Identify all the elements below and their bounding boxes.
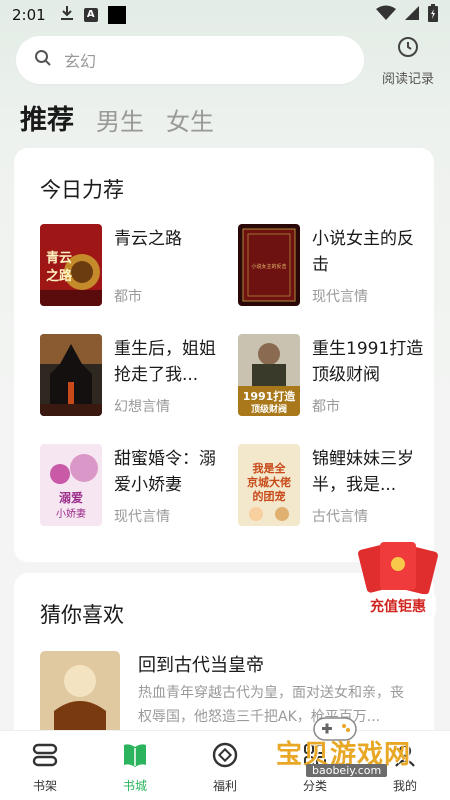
book-title[interactable]: 回到古代当皇帝 xyxy=(138,651,264,677)
svg-text:1991打造: 1991打造 xyxy=(243,389,297,403)
app-notification-icon xyxy=(107,6,126,24)
book-title: 重生1991打造顶级财阀 xyxy=(312,339,424,385)
category-tabs: 推荐 男生 女生 xyxy=(20,98,236,137)
status-time: 2:01 xyxy=(12,6,46,24)
book-genre: 幻想言情 xyxy=(114,399,170,415)
book-item[interactable]: 重生后，姐姐抢走了我... 幻想言情 xyxy=(40,334,230,416)
svg-text:顶级财阀: 顶级财阀 xyxy=(251,403,287,415)
watermark: 宝贝游戏网 baobeiy.com xyxy=(270,717,440,784)
signal-icon xyxy=(404,5,420,25)
book-cover: 青云 之路 xyxy=(40,224,102,306)
status-bar: 2:01 A xyxy=(0,0,450,30)
book-genre: 现代言情 xyxy=(114,509,170,525)
book-item[interactable]: 溺爱 小娇妻 甜蜜婚令：溺爱小娇妻 现代言情 xyxy=(40,444,230,526)
book-title: 锦鲤妹妹三岁半，我是... xyxy=(312,449,414,495)
clock-icon xyxy=(397,36,419,62)
book-item[interactable]: 我是全 京城大佬 的团宠 锦鲤妹妹三岁半，我是... 古代言情 xyxy=(238,444,428,526)
download-icon xyxy=(60,5,74,25)
reading-history-label: 阅读记录 xyxy=(381,72,434,87)
svg-text:青云: 青云 xyxy=(46,250,72,266)
svg-text:之路: 之路 xyxy=(46,268,73,284)
book-genre: 现代言情 xyxy=(312,289,368,305)
wifi-icon xyxy=(376,5,396,25)
watermark-url: baobeiy.com xyxy=(306,764,388,777)
tab-recommend[interactable]: 推荐 xyxy=(20,98,74,137)
svg-text:我是全: 我是全 xyxy=(253,461,287,475)
book-title: 重生后，姐姐抢走了我... xyxy=(114,339,216,385)
nav-label: 书城 xyxy=(122,779,147,793)
svg-text:溺爱: 溺爱 xyxy=(59,490,83,505)
gift-icon xyxy=(211,741,239,773)
book-item[interactable]: 青云 之路 青云之路 都市 xyxy=(40,224,230,306)
book-description: 热血青年穿越古代为皇，面对送女和亲，丧权辱国，他怒造三千把AK，枪平百万... xyxy=(138,685,404,725)
book-genre: 都市 xyxy=(114,289,142,305)
tab-male[interactable]: 男生 xyxy=(96,102,144,137)
battery-icon xyxy=(428,4,438,26)
recharge-promo-button[interactable]: 充值钜惠 xyxy=(356,540,440,620)
guess-title: 猜你喜欢 xyxy=(40,603,124,627)
book-title: 甜蜜婚令：溺爱小娇妻 xyxy=(114,449,216,495)
book-cover: 我是全 京城大佬 的团宠 xyxy=(238,444,300,526)
nav-label: 福利 xyxy=(212,779,237,793)
bookshelf-icon xyxy=(31,741,59,773)
book-cover: 1991打造 顶级财阀 xyxy=(238,334,300,416)
svg-text:小说女主的反击: 小说女主的反击 xyxy=(251,263,286,270)
nav-book-city[interactable]: 书城 xyxy=(90,731,180,800)
nav-welfare[interactable]: 福利 xyxy=(180,731,270,800)
featured-title: 今日力荐 xyxy=(40,178,124,202)
book-cover: 小说女主的反击 xyxy=(238,224,300,306)
notification-badge-icon: A xyxy=(83,8,98,22)
book-title: 青云之路 xyxy=(114,229,182,249)
svg-text:的团宠: 的团宠 xyxy=(253,489,286,503)
svg-text:京城大佬: 京城大佬 xyxy=(247,475,291,489)
svg-text:小娇妻: 小娇妻 xyxy=(56,507,86,520)
book-item[interactable]: 小说女主的反击 小说女主的反击 现代言情 xyxy=(238,224,428,306)
book-genre: 古代言情 xyxy=(312,509,368,525)
book-city-icon xyxy=(121,741,149,773)
tab-female[interactable]: 女生 xyxy=(166,102,214,137)
book-cover xyxy=(40,334,102,416)
book-cover: 溺爱 小娇妻 xyxy=(40,444,102,526)
search-placeholder: 玄幻 xyxy=(64,52,97,71)
book-genre: 都市 xyxy=(312,399,340,415)
featured-section: 今日力荐 青云 之路 青云之路 都市 小说女主的反击 小说女主的反击 现代言情 … xyxy=(14,148,434,562)
reading-history-button[interactable]: 阅读记录 xyxy=(376,36,440,87)
red-envelope-icon xyxy=(358,542,438,595)
book-item[interactable]: 1991打造 顶级财阀 重生1991打造顶级财阀 都市 xyxy=(238,334,428,416)
nav-bookshelf[interactable]: 书架 xyxy=(0,731,90,800)
search-input[interactable]: 玄幻 xyxy=(16,36,364,84)
nav-label: 书架 xyxy=(32,779,57,793)
book-title: 小说女主的反击 xyxy=(312,229,414,275)
promo-label: 充值钜惠 xyxy=(370,599,426,615)
search-icon xyxy=(34,49,52,71)
